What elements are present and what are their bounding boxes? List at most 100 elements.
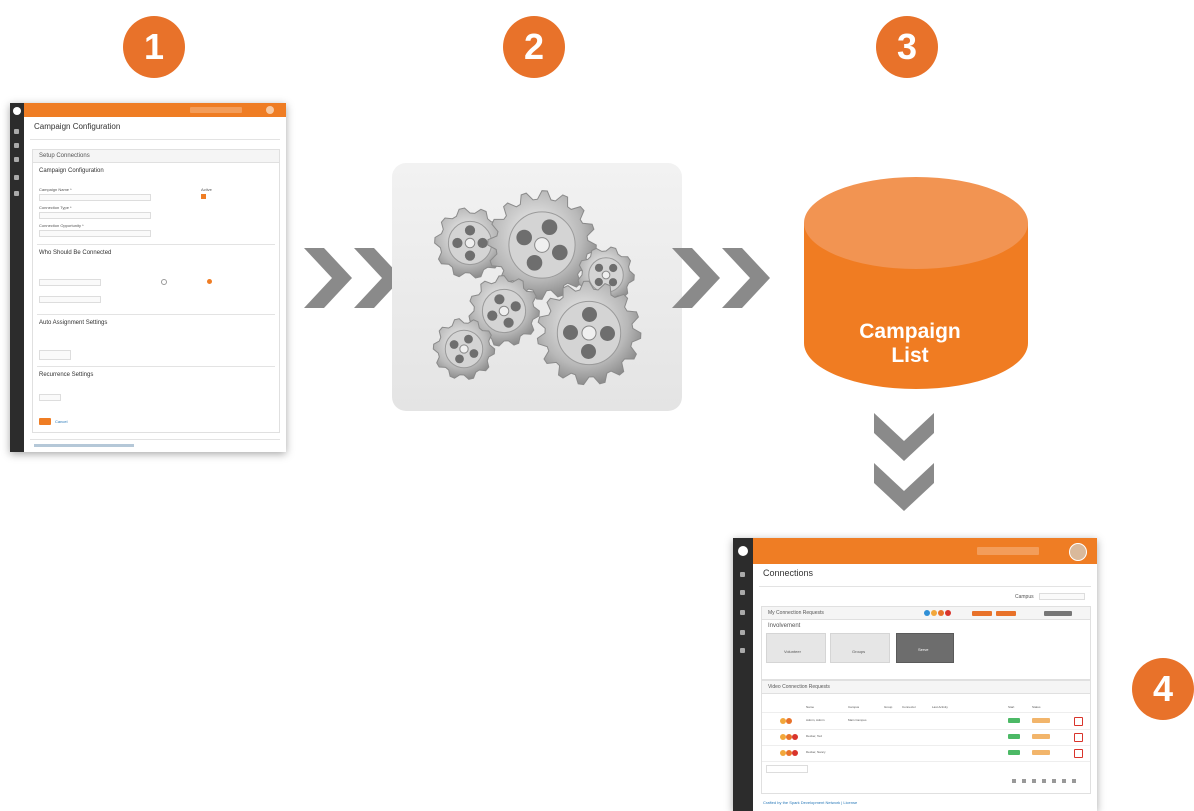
- delete-button[interactable]: [1074, 733, 1083, 742]
- divider-2: [37, 314, 275, 315]
- page-title: Connections: [763, 568, 814, 578]
- finance-icon: [740, 610, 745, 615]
- table-divider: [762, 712, 1090, 713]
- status-dot: [792, 750, 798, 756]
- opt-out-group-select[interactable]: [39, 296, 101, 303]
- table-divider: [762, 745, 1090, 746]
- chevron-arrow-down: [874, 413, 934, 511]
- top-bar: [733, 538, 1097, 564]
- row-name: Admin, Admin: [806, 718, 825, 722]
- request-data-view-select[interactable]: [39, 279, 101, 286]
- gears-icon: [432, 190, 642, 386]
- section-recurrence: Recurrence Settings: [39, 372, 94, 378]
- campus-select[interactable]: [1039, 593, 1085, 600]
- status-badge: [1032, 750, 1050, 755]
- status-dot: [938, 610, 944, 616]
- campus-label: Campus: [1015, 594, 1034, 600]
- campaign-list-cylinder: [804, 177, 1028, 389]
- section-who-connected: Who Should Be Connected: [39, 250, 112, 256]
- family-limits-radio-selected[interactable]: [207, 279, 212, 284]
- connection-type-select[interactable]: [39, 212, 151, 219]
- status-dot: [786, 718, 792, 724]
- search-box: [190, 107, 242, 113]
- start-badge: [1008, 750, 1020, 755]
- video-requests-title: Video Connection Requests: [768, 684, 830, 690]
- search-box[interactable]: [977, 547, 1039, 555]
- top-bar: [10, 103, 286, 117]
- video-requests-panel: Video Connection Requests Name Campus Gr…: [761, 680, 1091, 794]
- gear-icon: [536, 280, 642, 386]
- avatar: [266, 106, 274, 114]
- step-2-badge: 2: [503, 16, 565, 78]
- filter-chip[interactable]: [996, 611, 1016, 616]
- wrench-icon: [14, 175, 19, 180]
- col-last-activity: Last Activity: [932, 705, 948, 709]
- col-start: Start: [1008, 705, 1015, 709]
- chevron-arrow-2: [672, 248, 770, 308]
- title-divider: [759, 586, 1091, 587]
- delete-button[interactable]: [1074, 749, 1083, 758]
- save-button[interactable]: [39, 418, 51, 425]
- days-between-input[interactable]: [39, 394, 61, 401]
- avatar[interactable]: [1069, 543, 1087, 561]
- footer-text: Crafted by the Spark Development Network…: [763, 800, 858, 805]
- logo-icon: [13, 107, 21, 115]
- my-requests-panel: My Connection Requests Involvement Volun…: [761, 606, 1091, 680]
- section-auto-assignment: Auto Assignment Settings: [39, 320, 108, 326]
- card-label: Serve: [918, 647, 929, 652]
- table-row[interactable]: Decker, Nancy: [762, 747, 1090, 759]
- involvement-group-title: Involvement: [768, 623, 801, 629]
- cylinder-label: Campaign List: [800, 320, 1020, 368]
- wrench-icon: [740, 630, 745, 635]
- status-badge: [1032, 734, 1050, 739]
- page-title: Campaign Configuration: [34, 122, 121, 131]
- cylinder-label-line-2: List: [891, 344, 929, 367]
- table-divider: [762, 729, 1090, 730]
- table-row[interactable]: Decker, Ted: [762, 731, 1090, 743]
- status-dot: [945, 610, 951, 616]
- section-campaign-configuration: Campaign Configuration: [39, 168, 104, 174]
- col-name: Name: [806, 705, 815, 709]
- card-label: Volunteer: [784, 649, 801, 654]
- cancel-link[interactable]: Cancel: [55, 419, 67, 424]
- tools-icon: [740, 648, 745, 653]
- field-label-campaign-name: Campaign Name *: [39, 187, 72, 192]
- campaign-name-input[interactable]: [39, 194, 151, 201]
- col-status: Status: [1032, 705, 1041, 709]
- connection-opportunity-select[interactable]: [39, 230, 151, 237]
- row-name: Decker, Ted: [806, 734, 822, 738]
- row-name: Decker, Nancy: [806, 750, 826, 754]
- filter-chip[interactable]: [1044, 611, 1072, 616]
- start-badge: [1008, 718, 1020, 723]
- family-limits-radio[interactable]: [161, 279, 167, 285]
- connection-card-groups[interactable]: [830, 633, 890, 663]
- field-label-connection-opportunity: Connection Opportunity *: [39, 223, 84, 228]
- connections-screenshot: Connections Campus My Connection Request…: [733, 538, 1097, 811]
- status-dot: [924, 610, 930, 616]
- sidebar: [10, 103, 24, 452]
- title-divider: [30, 139, 280, 140]
- status-dot: [792, 734, 798, 740]
- footer-divider: [30, 439, 280, 440]
- status-badge: [1032, 718, 1050, 723]
- table-row[interactable]: Admin, Admin Main Campus: [762, 715, 1090, 727]
- col-group: Group: [884, 705, 893, 709]
- filter-chip[interactable]: [972, 611, 992, 616]
- processing-gears-panel: [392, 163, 682, 411]
- panel-header-label: Setup Connections: [39, 153, 90, 159]
- finance-icon: [14, 157, 19, 162]
- dashboard-icon: [740, 572, 745, 577]
- tools-icon: [14, 191, 19, 196]
- delete-button[interactable]: [1074, 717, 1083, 726]
- config-panel: Setup Connections Campaign Configuration…: [32, 149, 280, 433]
- person-icon: [14, 143, 19, 148]
- grid-actions[interactable]: [1012, 779, 1082, 783]
- my-requests-title: My Connection Requests: [768, 610, 824, 616]
- connection-card-volunteer[interactable]: [766, 633, 826, 663]
- daily-limit-input[interactable]: [39, 350, 71, 360]
- pager[interactable]: [766, 765, 808, 773]
- divider-3: [37, 366, 275, 367]
- active-checkbox[interactable]: [201, 194, 206, 199]
- status-dot: [931, 610, 937, 616]
- active-label: Active: [201, 187, 212, 192]
